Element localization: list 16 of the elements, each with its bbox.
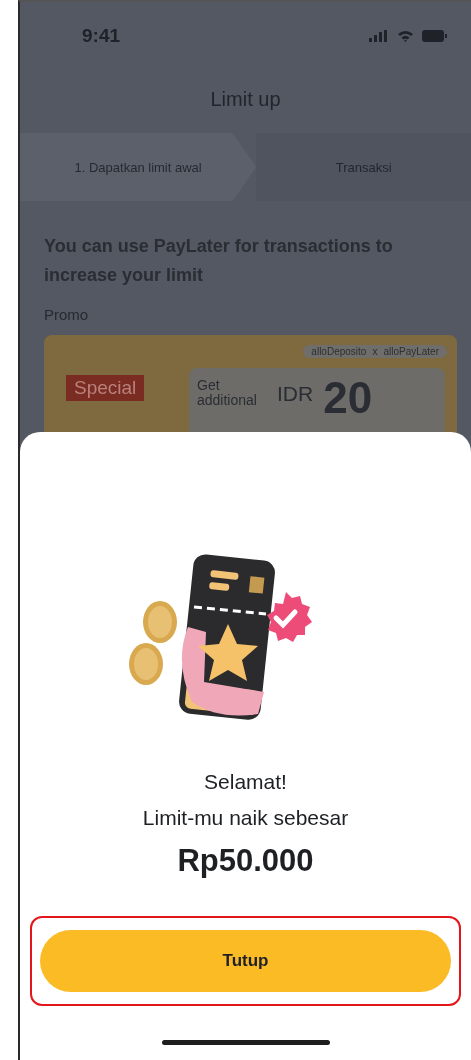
limit-amount: Rp50.000 xyxy=(177,843,314,879)
close-button[interactable]: Tutup xyxy=(40,930,451,992)
special-tag: Special xyxy=(66,375,145,401)
brand-text: alloDeposito xyxy=(311,346,367,357)
signal-icon xyxy=(369,30,389,42)
separator-text: x xyxy=(372,346,378,357)
success-subtitle: Limit-mu naik sebesar xyxy=(142,806,349,830)
status-time: 9:41 xyxy=(82,25,121,47)
currency-text: IDR xyxy=(277,382,314,406)
success-title: Selamat! xyxy=(204,770,287,794)
offer-text: Get additional xyxy=(197,378,258,408)
battery-icon xyxy=(422,30,447,42)
brand-text: alloPayLater xyxy=(383,346,439,357)
step-tab[interactable]: 1. Dapatkan limit awal xyxy=(20,133,257,201)
amount-text: 20 xyxy=(323,378,373,418)
wifi-icon xyxy=(397,30,414,42)
